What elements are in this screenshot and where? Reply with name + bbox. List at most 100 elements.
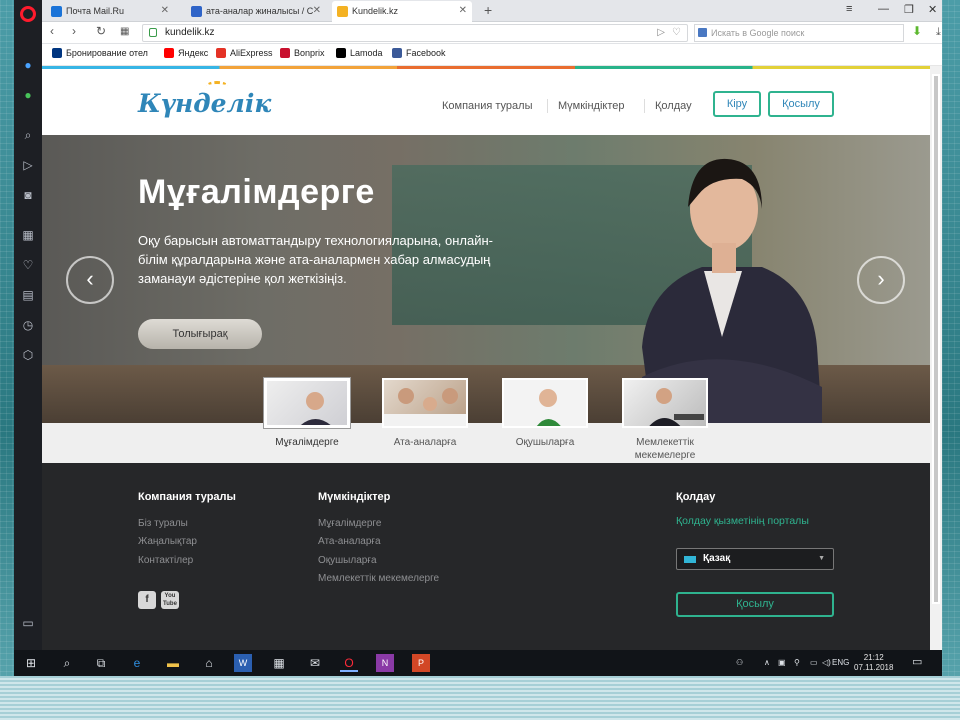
mail-app-icon[interactable]: ✉ xyxy=(306,654,324,672)
download-arrow-icon[interactable]: ⬇ xyxy=(912,24,922,38)
new-tab-button[interactable]: + xyxy=(484,2,492,18)
clock-time: 21:12 xyxy=(863,653,884,662)
footer-join-button[interactable]: Қосылу xyxy=(676,592,834,617)
thumb-students[interactable] xyxy=(502,378,588,428)
facebook-social-icon[interactable]: f xyxy=(138,591,156,609)
opera-logo-icon[interactable] xyxy=(20,6,36,22)
footer-link-students[interactable]: Оқушыларға xyxy=(318,555,377,566)
footer-link-contacts[interactable]: Контактілер xyxy=(138,555,193,566)
store-icon[interactable]: ⌂ xyxy=(200,654,218,672)
page-favicon-icon xyxy=(191,6,202,17)
history-icon[interactable]: ◷ xyxy=(21,318,35,332)
notifications-icon[interactable]: ▭ xyxy=(912,655,922,668)
sidebar-toggle-icon[interactable]: ▭ xyxy=(21,616,35,630)
close-window-button[interactable]: ✕ xyxy=(928,3,937,16)
word-icon[interactable]: W xyxy=(234,654,252,672)
people-icon[interactable]: ⚇ xyxy=(736,658,743,667)
tray-chevron-up-icon[interactable]: ∧ xyxy=(764,658,770,667)
join-button[interactable]: Қосылу xyxy=(768,91,834,117)
speed-dial-grid-icon[interactable]: ▦ xyxy=(120,26,129,37)
bookmark-facebook[interactable]: Facebook xyxy=(392,48,446,58)
menu-divider xyxy=(644,99,645,113)
minimize-button[interactable]: — xyxy=(878,3,889,15)
close-tab-icon[interactable]: ✕ xyxy=(313,1,321,21)
powerpoint-icon[interactable]: P xyxy=(412,654,430,672)
task-view-icon[interactable]: ⧉ xyxy=(92,654,110,672)
send-page-icon[interactable]: ▷ xyxy=(657,25,665,41)
read-more-button[interactable]: Толығырақ xyxy=(138,319,262,349)
speed-dial-icon[interactable]: ▦ xyxy=(21,228,35,242)
bookmarks-bar: Бронирование отел Яндекс AliExpress Bonp… xyxy=(42,44,942,66)
scrollbar-thumb[interactable] xyxy=(932,74,940,604)
thumb-parents[interactable] xyxy=(382,378,468,428)
tab-kundelik[interactable]: Kundelik.kz ✕ xyxy=(332,1,472,22)
mail-favicon-icon xyxy=(51,6,62,17)
youtube-social-icon[interactable]: You Tube xyxy=(161,591,179,609)
tab-mail[interactable]: Почта Mail.Ru ✕ xyxy=(46,1,174,22)
page-scrollbar[interactable] xyxy=(930,66,942,650)
downloads-icon[interactable]: ⤓ xyxy=(936,26,941,39)
search-input[interactable]: Искать в Google поиск xyxy=(694,24,904,42)
usb-icon[interactable]: ⚲ xyxy=(794,658,800,667)
audience-label-teachers[interactable]: Мұғалімдерге xyxy=(252,436,362,449)
footer-link-teachers[interactable]: Мұғалімдерге xyxy=(318,518,381,529)
opera-taskbar-icon[interactable]: O xyxy=(340,654,358,672)
next-slide-arrow-icon[interactable]: › xyxy=(857,256,905,304)
forward-icon[interactable]: › xyxy=(72,24,76,38)
reload-icon[interactable]: ↻ xyxy=(96,24,106,38)
audience-label-parents[interactable]: Ата-аналарға xyxy=(370,436,480,449)
address-bar[interactable]: kundelik.kz ▷ ♡ xyxy=(142,24,688,42)
footer-link-government[interactable]: Мемлекеттік мекемелерге xyxy=(318,573,439,584)
taskbar-search-icon[interactable]: ⌕ xyxy=(58,654,76,672)
calculator-icon[interactable]: ▦ xyxy=(270,654,288,672)
footer-features-title: Мүмкіндіктер xyxy=(318,491,391,503)
footer-link-parents[interactable]: Ата-аналарға xyxy=(318,536,381,547)
bookmark-booking[interactable]: Бронирование отел xyxy=(52,48,148,58)
audience-label-students[interactable]: Оқушыларға xyxy=(490,436,600,449)
site-logo[interactable]: Күнделік xyxy=(138,89,271,118)
battery-icon[interactable]: ▭ xyxy=(810,658,818,667)
start-windows-icon[interactable]: ⊞ xyxy=(22,654,40,672)
bookmark-bonprix[interactable]: Bonprix xyxy=(280,48,325,58)
footer-company-title: Компания туралы xyxy=(138,491,236,503)
extensions-icon[interactable]: ⬡ xyxy=(21,348,35,362)
bookmark-aliexpress[interactable]: AliExpress xyxy=(216,48,273,58)
edge-icon[interactable]: e xyxy=(128,654,146,672)
official-thumb-icon xyxy=(649,388,704,426)
send-icon[interactable]: ▷ xyxy=(21,158,35,172)
messenger-icon[interactable]: ● xyxy=(21,58,35,72)
tab-menu-icon[interactable]: ≡ xyxy=(846,3,852,15)
menu-company[interactable]: Компания туралы xyxy=(442,100,533,112)
login-button[interactable]: Кіру xyxy=(713,91,761,117)
close-tab-icon[interactable]: ✕ xyxy=(459,1,467,21)
volume-icon[interactable]: ◁) xyxy=(822,658,831,667)
support-portal-link[interactable]: Қолдау қызметінің порталы xyxy=(676,515,809,527)
audience-label-government[interactable]: Мемлекеттік мекемелерге xyxy=(610,436,720,462)
camera-icon[interactable]: ◙ xyxy=(21,188,35,202)
bookmark-yandex[interactable]: Яндекс xyxy=(164,48,208,58)
language-select[interactable]: Қазақ ▼ xyxy=(676,548,834,570)
footer-link-about[interactable]: Біз туралы xyxy=(138,518,188,529)
tab-title: Почта Mail.Ru xyxy=(66,6,124,16)
taskbar-clock[interactable]: 21:12 07.11.2018 xyxy=(854,653,893,673)
search-icon[interactable]: ⌕ xyxy=(21,128,35,142)
menu-support[interactable]: Қолдау xyxy=(655,100,692,112)
onenote-icon[interactable]: N xyxy=(376,654,394,672)
thumb-government[interactable] xyxy=(622,378,708,428)
heart-icon[interactable]: ♡ xyxy=(21,258,35,272)
file-explorer-icon[interactable]: ▬ xyxy=(164,654,182,672)
tab-parents-meeting[interactable]: ата-аналар жиналысы / С ✕ xyxy=(186,1,326,22)
bookmark-heart-icon[interactable]: ♡ xyxy=(672,25,681,41)
maximize-button[interactable]: ❐ xyxy=(904,3,914,16)
thumb-teachers[interactable] xyxy=(264,378,350,428)
prev-slide-arrow-icon[interactable]: ‹ xyxy=(66,256,114,304)
input-language[interactable]: ENG xyxy=(832,658,849,667)
close-tab-icon[interactable]: ✕ xyxy=(161,1,169,21)
menu-features[interactable]: Мүмкіндіктер xyxy=(558,100,625,112)
bookmark-lamoda[interactable]: Lamoda xyxy=(336,48,383,58)
back-icon[interactable]: ‹ xyxy=(50,24,54,38)
news-icon[interactable]: ▤ xyxy=(21,288,35,302)
whatsapp-icon[interactable]: ● xyxy=(21,88,35,102)
network-icon[interactable]: ▣ xyxy=(778,658,786,667)
footer-link-news[interactable]: Жаңалықтар xyxy=(138,536,197,547)
